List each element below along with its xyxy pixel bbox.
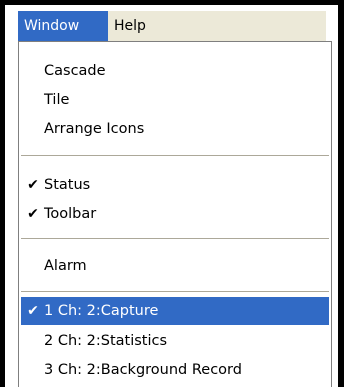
checkmark-icon: ✔ [27, 206, 39, 222]
menu-window[interactable]: Window [18, 11, 108, 41]
menu-help[interactable]: Help [108, 11, 162, 41]
menu-item-label: Toolbar [44, 206, 97, 222]
menu-item-label: Status [44, 177, 91, 193]
menu-item-cascade[interactable]: Cascade [21, 57, 329, 85]
checkmark-icon: ✔ [27, 303, 39, 319]
menu-item-label: Arrange Icons [44, 121, 145, 137]
menu-item-label: Cascade [44, 63, 106, 79]
menu-item-label: 1 Ch: 2:Capture [44, 303, 159, 319]
menu-item-window-2[interactable]: 2 Ch: 2:Statistics [21, 327, 329, 355]
menu-bar: Window Help [18, 11, 326, 41]
menu-item-label: Tile [44, 92, 70, 108]
menu-item-window-3[interactable]: 3 Ch: 2:Background Record [21, 356, 329, 384]
menu-item-tile[interactable]: Tile [21, 86, 329, 114]
window-dropdown-menu: Cascade Tile Arrange Icons ✔ Status ✔ To… [18, 41, 332, 387]
menu-item-status[interactable]: ✔ Status [21, 171, 329, 199]
menu-item-label: 2 Ch: 2:Statistics [44, 333, 168, 349]
menu-item-arrange-icons[interactable]: Arrange Icons [21, 115, 329, 143]
menu-item-window-1[interactable]: ✔ 1 Ch: 2:Capture [21, 297, 329, 325]
checkmark-icon: ✔ [27, 177, 39, 193]
menu-item-label: Alarm [44, 258, 87, 274]
menu-item-alarm[interactable]: Alarm [21, 252, 329, 280]
menu-separator [21, 291, 329, 293]
menu-separator [21, 155, 329, 157]
menu-separator [21, 238, 329, 240]
menu-item-toolbar[interactable]: ✔ Toolbar [21, 200, 329, 228]
menu-item-label: 3 Ch: 2:Background Record [44, 362, 242, 378]
